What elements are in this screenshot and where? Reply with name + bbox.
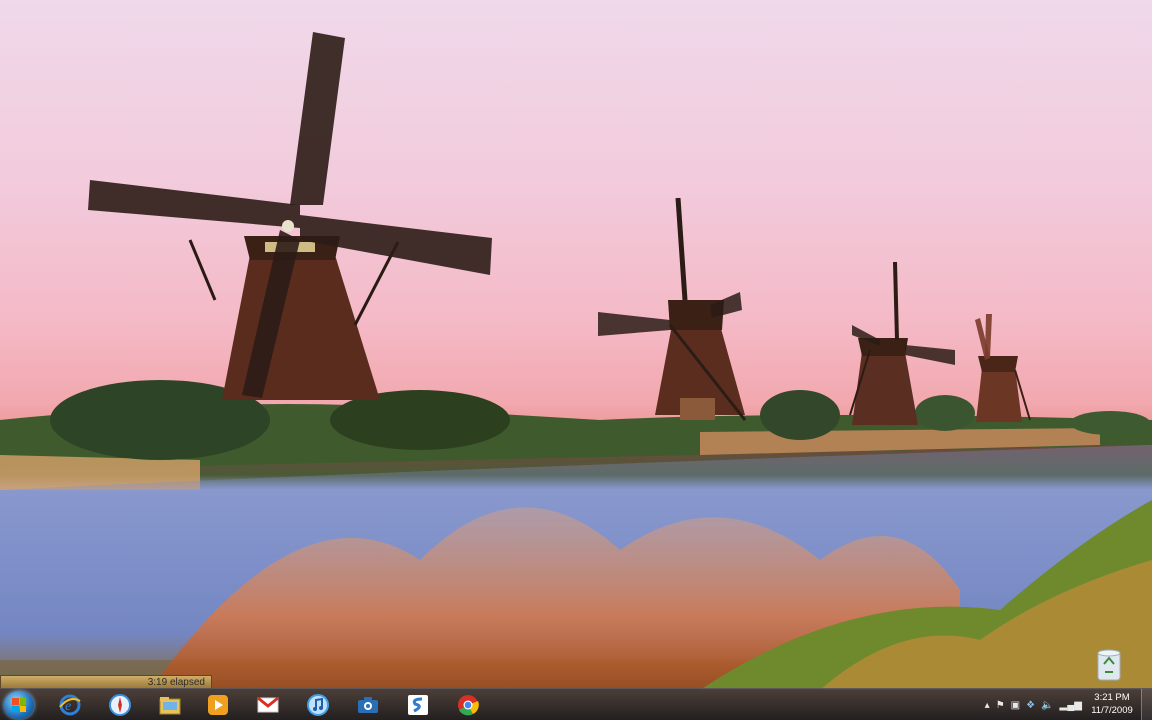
windows-start-icon[interactable] bbox=[4, 691, 34, 719]
desktop bbox=[0, 0, 1152, 720]
windmill-middle bbox=[598, 197, 747, 421]
dropbox-icon[interactable]: ❖ bbox=[1026, 700, 1035, 711]
elapsed-label: 3:19 elapsed bbox=[147, 676, 205, 688]
gmail-icon[interactable] bbox=[256, 693, 280, 717]
safari-icon[interactable] bbox=[108, 693, 132, 717]
system-tray: ▴ ⚑ ▣ ❖ 🔈 ▂▄▆ bbox=[985, 697, 1082, 713]
taskbar-clock[interactable]: 3:21 PM 11/7/2009 bbox=[1084, 691, 1140, 719]
recycle-bin-graphic bbox=[1097, 649, 1121, 681]
recorder-elapsed-bar: 3:19 elapsed bbox=[0, 675, 212, 689]
windmill-far bbox=[975, 314, 1031, 422]
clock-time: 3:21 PM bbox=[1094, 692, 1130, 703]
clock-date: 11/7/2009 bbox=[1091, 705, 1133, 716]
media-player-icon[interactable] bbox=[206, 693, 230, 717]
network-signal-icon[interactable]: ▂▄▆ bbox=[1060, 700, 1082, 711]
windmills-wallpaper bbox=[0, 32, 1152, 660]
chrome-icon[interactable] bbox=[456, 693, 480, 717]
volume-icon[interactable]: 🔈 bbox=[1041, 700, 1053, 711]
itunes-icon[interactable] bbox=[306, 693, 330, 717]
recycle-bin-icon[interactable] bbox=[1094, 646, 1124, 682]
device-icon[interactable]: ▣ bbox=[1011, 700, 1020, 711]
camera-icon[interactable] bbox=[356, 693, 380, 717]
action-center-flag-icon[interactable]: ⚑ bbox=[996, 700, 1005, 711]
windows-logo-icon bbox=[12, 698, 26, 712]
show-desktop-button[interactable] bbox=[1141, 689, 1152, 720]
taskbar: e ▴ ⚑ ▣ ❖ 🔈 ▂▄▆ 3:21 PM 11/7/2009 bbox=[0, 688, 1152, 720]
windows-explorer-icon[interactable] bbox=[158, 693, 182, 717]
app-s-icon[interactable] bbox=[406, 693, 430, 717]
internet-explorer-icon[interactable]: e bbox=[58, 693, 82, 717]
windmill-large bbox=[88, 32, 492, 400]
show-hidden-icons[interactable]: ▴ bbox=[985, 700, 990, 711]
